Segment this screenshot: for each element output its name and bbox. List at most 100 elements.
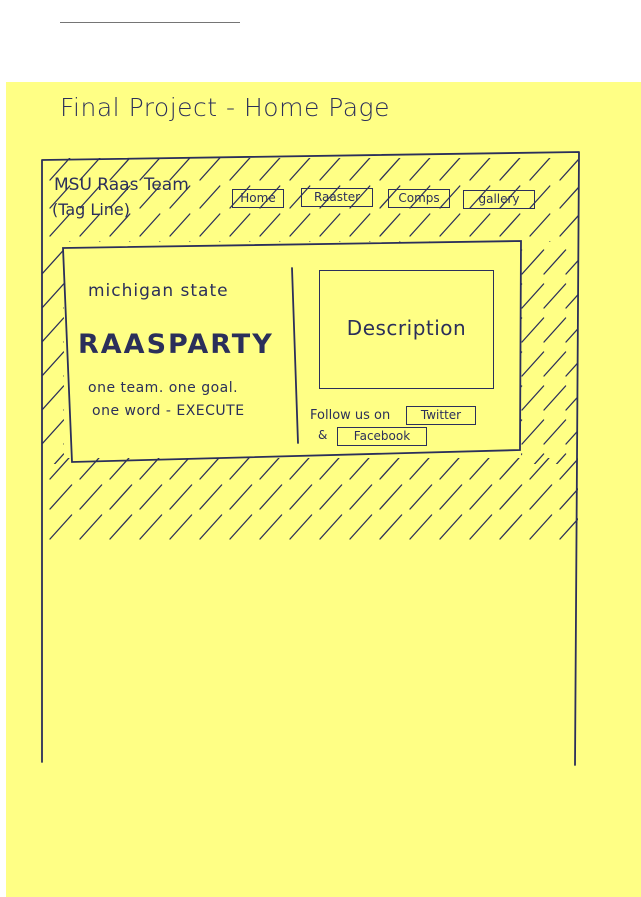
hatch-stroke (139, 213, 161, 237)
hatch-stroke (229, 484, 253, 510)
hatch-stroke (521, 453, 523, 456)
hatch-stroke (49, 514, 73, 540)
hatch-stroke (68, 241, 71, 242)
twitter-link[interactable]: Twitter (406, 406, 476, 425)
hatch-stroke (79, 484, 103, 510)
hatch-stroke (518, 241, 521, 242)
site-title[interactable]: MSU Raas Team (54, 177, 189, 194)
hatch-stroke (259, 484, 283, 510)
hatch-stroke (98, 241, 101, 242)
hatch-stroke (469, 484, 493, 510)
tag-line: (Tag Line) (52, 200, 130, 219)
hatch-stroke (199, 213, 221, 237)
hatch-stroke (521, 419, 523, 422)
hero-divider (291, 267, 299, 444)
hatch-stroke (349, 213, 371, 237)
hatch-stroke (543, 351, 567, 377)
nav-home-button[interactable]: Home (232, 189, 284, 208)
hatch-stroke (590, 485, 612, 509)
hatch-stroke (379, 458, 400, 480)
hatch-stroke (565, 327, 578, 343)
hero-slogan-line1: one team. one goal. (88, 380, 239, 396)
wireframe-sketch (20, 151, 612, 766)
hatch-stroke (565, 259, 578, 275)
hatch-stroke (590, 158, 610, 180)
hatch-stroke (521, 419, 545, 445)
hatch-stroke (409, 514, 433, 540)
hatch-stroke (64, 454, 86, 478)
hatch-stroke (559, 458, 578, 480)
hatch-stroke (319, 458, 340, 480)
hatch-stroke (42, 419, 64, 445)
hatch-stroke (588, 386, 610, 410)
hatch-stroke (319, 484, 343, 510)
hatch-stroke (439, 158, 461, 181)
hatch-stroke (289, 213, 311, 237)
hatch-stroke (42, 419, 43, 421)
hatch-stroke (319, 213, 341, 237)
hatch-stroke (199, 484, 223, 510)
hatch-stroke (588, 250, 610, 274)
description-box: Description (319, 270, 494, 389)
hatch-stroke (63, 409, 64, 411)
hatch-stroke (521, 283, 545, 309)
page-title: Final Project - Home Page (60, 93, 390, 122)
hatch-stroke (590, 186, 610, 208)
hatch-stroke (42, 351, 43, 353)
hatch-stroke (488, 241, 491, 242)
hatch-stroke (521, 351, 545, 377)
hatch-stroke (588, 420, 610, 444)
hatch-stroke (368, 241, 371, 242)
hatch-stroke (529, 514, 553, 540)
hatch-stroke (379, 484, 403, 510)
hatch-stroke (128, 241, 131, 242)
description-label: Description (346, 316, 467, 340)
nav-raaster-button[interactable]: Raaster (301, 188, 373, 207)
hatch-stroke (398, 241, 401, 242)
hatch-stroke (42, 249, 64, 275)
hatch-stroke (20, 186, 40, 208)
hatch-stroke (409, 158, 431, 181)
hatch-stroke (469, 514, 493, 540)
hatch-stroke (439, 458, 460, 480)
hatch-stroke (529, 158, 551, 181)
hatch-stroke (349, 158, 371, 181)
hatch-stroke (63, 273, 64, 275)
hero-slogan-line2: one word - EXECUTE (92, 403, 245, 419)
hatch-stroke (229, 213, 251, 237)
hatch-stroke (49, 484, 73, 510)
hatch-stroke (63, 307, 64, 309)
hatch-stroke (49, 458, 70, 480)
hatch-stroke (229, 458, 250, 480)
hatch-stroke (42, 317, 64, 343)
hatch-stroke (409, 458, 430, 480)
hatch-stroke (42, 317, 43, 319)
hatch-stroke (469, 458, 490, 480)
hatch-stroke (259, 158, 281, 181)
hatch-stroke (590, 242, 610, 264)
hatch-stroke (109, 514, 133, 540)
hatch-stroke (42, 453, 43, 455)
hatch-stroke (199, 514, 223, 540)
hatch-stroke (42, 283, 43, 285)
hatch-stroke (20, 158, 40, 180)
hatch-stroke (319, 158, 341, 181)
nav-gallery-button[interactable]: gallery (463, 190, 535, 209)
hatch-stroke (521, 249, 523, 252)
facebook-link[interactable]: Facebook (337, 427, 427, 446)
hatch-stroke (379, 514, 403, 540)
ampersand: & (318, 428, 328, 442)
hatch-stroke (588, 352, 610, 376)
hatch-stroke (533, 453, 545, 464)
hatch-stroke (529, 213, 551, 237)
hatch-stroke (409, 213, 431, 237)
hatch-stroke (42, 385, 43, 387)
hatch-stroke (521, 385, 523, 388)
hatch-stroke (439, 213, 461, 237)
nav-comps-button[interactable]: Comps (388, 189, 450, 208)
hatch-stroke (458, 241, 461, 242)
hatch-stroke (338, 241, 341, 242)
hatch-stroke (158, 241, 161, 242)
hatch-stroke (543, 283, 567, 309)
hatch-stroke (199, 185, 221, 209)
